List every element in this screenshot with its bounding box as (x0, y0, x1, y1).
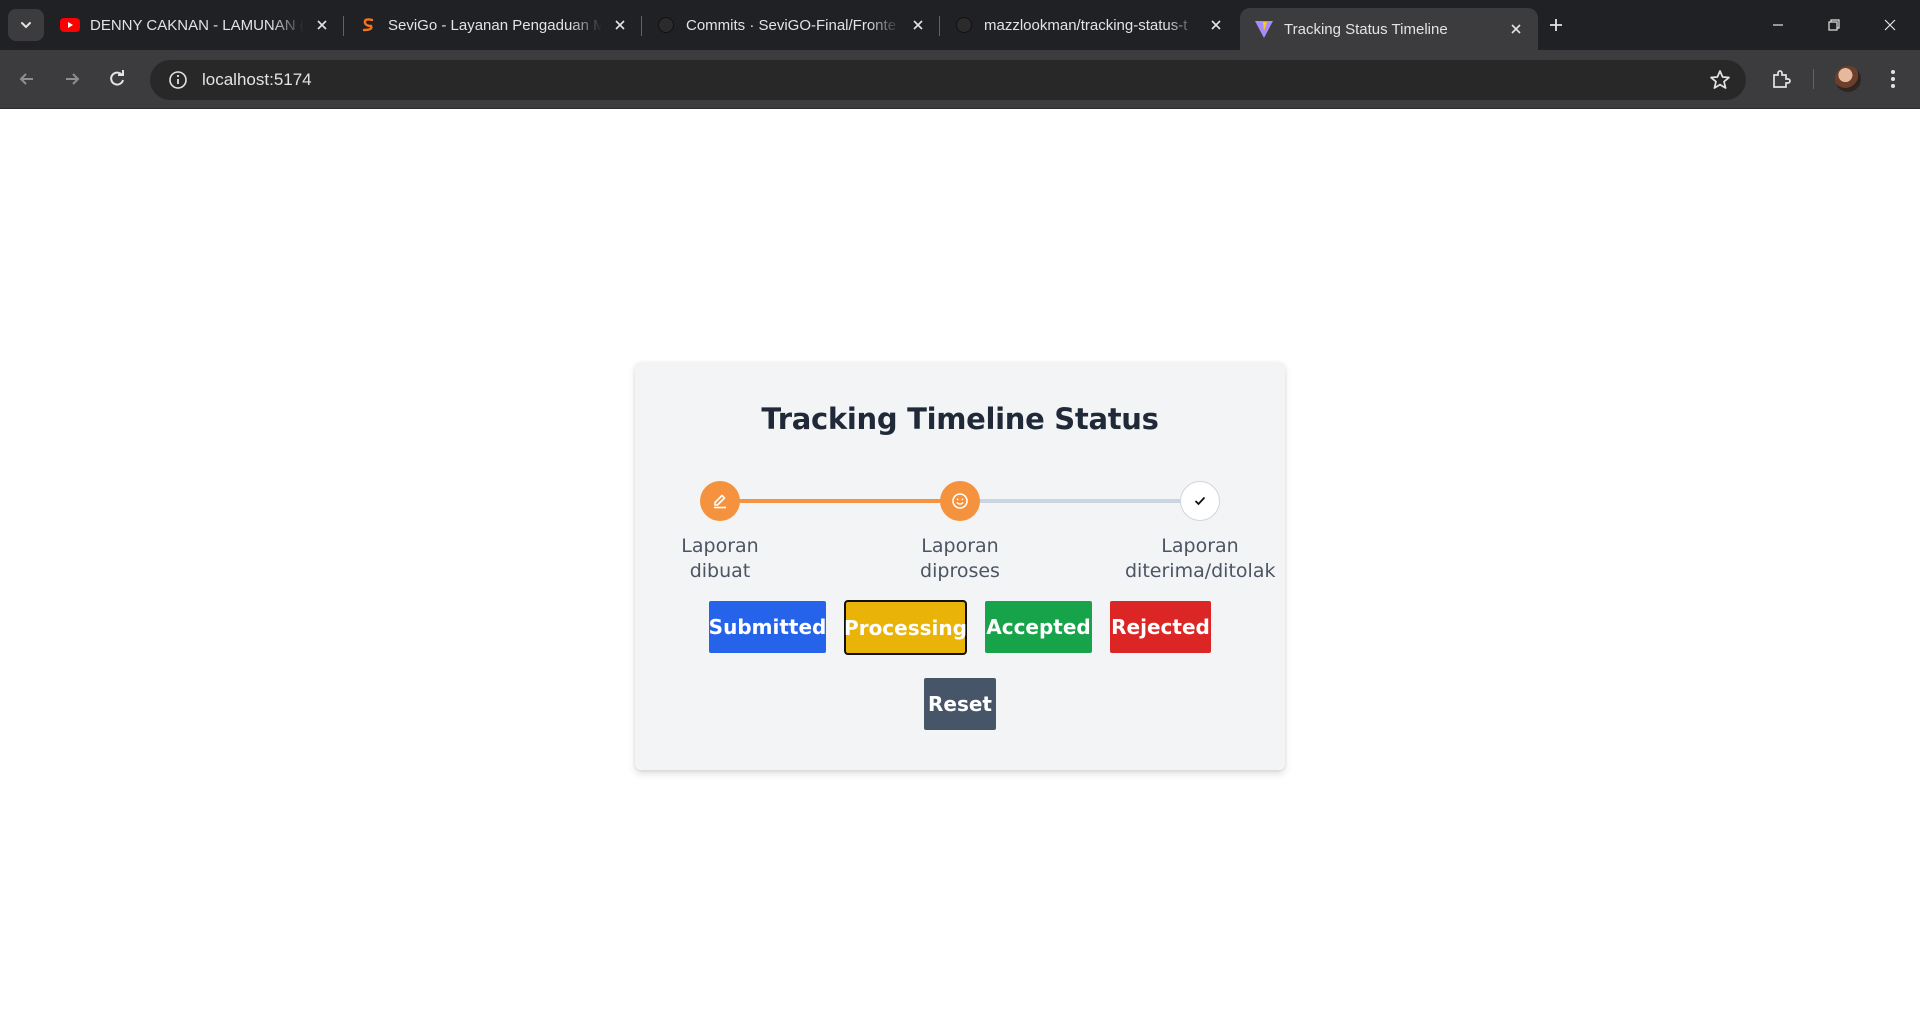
tab-title: Commits · SeviGO-Final/Fronte (686, 16, 897, 34)
step-label-line: Laporan (1161, 535, 1239, 557)
sevigo-icon (358, 15, 378, 35)
reset-button[interactable]: Reset (924, 678, 996, 730)
browser-tab-active[interactable]: Tracking Status Timeline (1240, 8, 1538, 50)
toolbar-divider (1813, 69, 1814, 89)
plus-icon (1550, 19, 1562, 31)
vite-icon (1254, 19, 1274, 39)
browser-tab-strip: DENNY CAKNAN - LAMUNAN ( SeviGo - Layana… (0, 0, 1920, 50)
step-label-line: diterima/ditolak (1125, 560, 1276, 582)
close-icon (1884, 19, 1896, 31)
close-icon[interactable] (1506, 19, 1526, 39)
step-processing (940, 481, 980, 521)
forward-button[interactable] (55, 62, 89, 96)
minimize-button[interactable] (1750, 0, 1806, 50)
tab-title: SeviGo - Layanan Pengaduan M (388, 16, 602, 34)
github-icon (656, 15, 676, 35)
progress-line-pending (960, 499, 1200, 503)
reload-button[interactable] (100, 62, 134, 96)
processing-button[interactable]: Processing (844, 600, 967, 655)
step-label-created: Laporan dibuat (645, 534, 795, 584)
profile-button[interactable] (1831, 62, 1865, 96)
puzzle-icon (1773, 70, 1791, 88)
chevron-down-icon (21, 22, 31, 29)
step-final (1180, 481, 1220, 521)
bookmark-star-icon[interactable] (1708, 68, 1732, 92)
close-icon[interactable] (908, 15, 928, 35)
browser-tab[interactable]: DENNY CAKNAN - LAMUNAN ( (46, 8, 344, 42)
url-text: localhost:5174 (202, 70, 312, 89)
smiley-icon (952, 493, 968, 509)
accepted-button[interactable]: Accepted (985, 601, 1092, 653)
pencil-icon (714, 494, 726, 509)
site-info-icon[interactable] (158, 60, 198, 100)
page-title: Tracking Timeline Status (761, 402, 1159, 436)
extensions-button[interactable] (1764, 62, 1798, 96)
tab-title: DENNY CAKNAN - LAMUNAN ( (90, 16, 304, 34)
close-icon[interactable] (312, 15, 332, 35)
close-window-button[interactable] (1862, 0, 1918, 50)
arrow-left-icon (19, 73, 33, 85)
step-label-line: diproses (920, 560, 1000, 582)
browser-tab[interactable]: SeviGo - Layanan Pengaduan M (344, 8, 642, 42)
arrow-right-icon (66, 73, 80, 85)
step-label-processing: Laporan diproses (885, 534, 1035, 584)
reload-icon (110, 70, 124, 86)
browser-menu-button[interactable] (1876, 62, 1910, 96)
back-button[interactable] (10, 62, 44, 96)
minimize-icon (1773, 24, 1783, 26)
step-label-line: Laporan (681, 535, 759, 557)
rejected-button[interactable]: Rejected (1110, 601, 1211, 653)
close-icon[interactable] (1206, 15, 1226, 35)
youtube-icon (60, 15, 80, 35)
address-bar[interactable]: localhost:5174 (150, 60, 1746, 100)
restore-icon (1828, 19, 1840, 31)
timeline-card: Tracking Timeline Status Laporan dibuat … (635, 362, 1285, 770)
submitted-button[interactable]: Submitted (709, 601, 826, 653)
step-label-line: dibuat (689, 560, 751, 582)
tab-title: Tracking Status Timeline (1284, 20, 1448, 38)
more-vertical-icon (1891, 70, 1895, 88)
progress-line-completed (720, 499, 960, 503)
browser-toolbar: localhost:5174 (0, 50, 1920, 109)
tab-search-button[interactable] (8, 9, 44, 41)
new-tab-button[interactable] (1540, 10, 1572, 40)
restore-button[interactable] (1806, 0, 1862, 50)
tab-title: mazzlookman/tracking-status-t (984, 16, 1188, 34)
github-icon (954, 15, 974, 35)
browser-tab[interactable]: Commits · SeviGO-Final/Fronte (642, 8, 940, 42)
step-label-line: Laporan (921, 535, 999, 557)
check-icon (1194, 496, 1206, 506)
step-label-final: Laporan diterima/ditolak (1125, 534, 1275, 584)
step-created (700, 481, 740, 521)
avatar (1835, 66, 1861, 92)
close-icon[interactable] (610, 15, 630, 35)
browser-tab[interactable]: mazzlookman/tracking-status-t (940, 8, 1238, 42)
